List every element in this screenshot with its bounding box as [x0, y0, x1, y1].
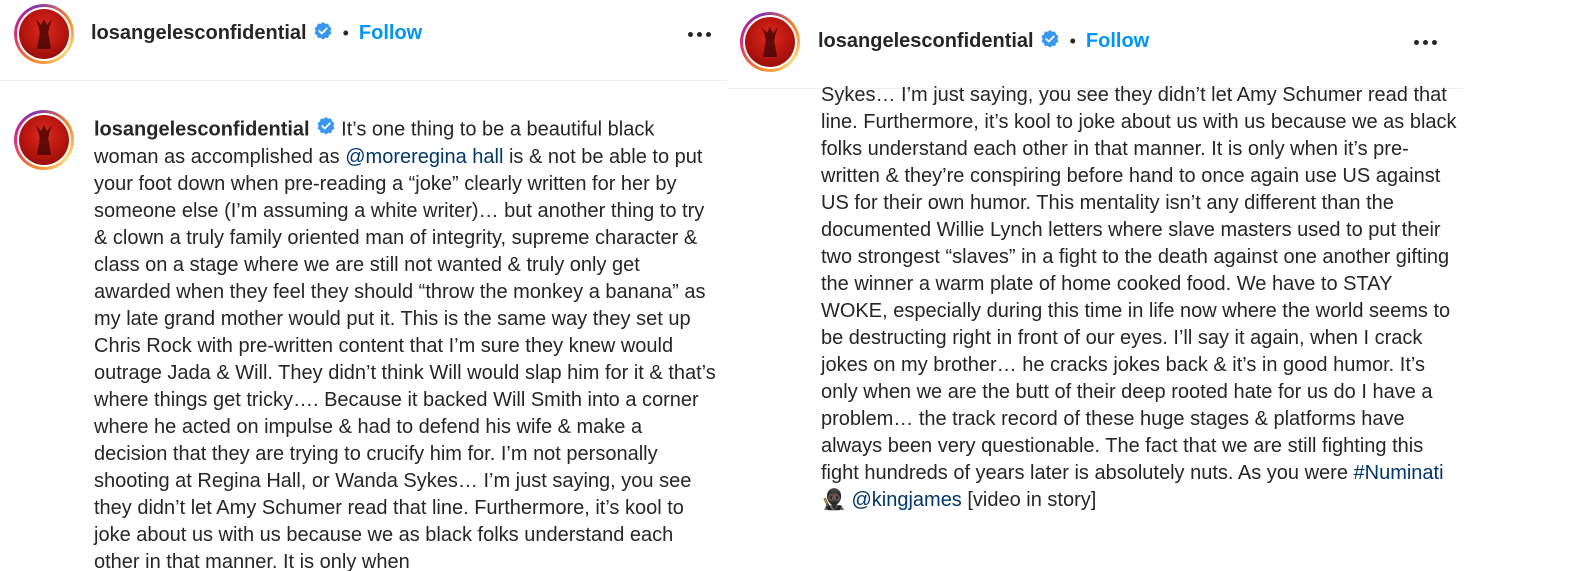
- more-options-icon[interactable]: [688, 32, 711, 37]
- profile-avatar[interactable]: [740, 12, 800, 72]
- verified-badge-icon: [316, 116, 336, 144]
- post-header: losangelesconfidential • Follow: [727, 0, 1463, 89]
- caption-text-part: is & not be able to put your foot down w…: [94, 146, 716, 571]
- mention-link[interactable]: @moreregina hall: [345, 146, 503, 168]
- caption-avatar[interactable]: [14, 110, 74, 170]
- caption-text-part: [video in story]: [967, 489, 1097, 511]
- more-options-icon[interactable]: [1414, 40, 1437, 45]
- verified-badge-icon: [313, 21, 333, 46]
- username-link[interactable]: losangelesconfidential: [91, 22, 307, 45]
- caption-text-part: Sykes… I’m just saying, you see they did…: [821, 84, 1457, 484]
- verified-badge-icon: [1040, 29, 1060, 54]
- separator-dot: •: [342, 23, 349, 43]
- left-post-panel: losangelesconfidential • Follow losangel…: [0, 0, 727, 571]
- caption: losangelesconfidential It’s one thing to…: [94, 116, 720, 571]
- caption-username[interactable]: losangelesconfidential: [94, 118, 310, 140]
- caption-continued: Sykes… I’m just saying, you see they did…: [821, 82, 1461, 514]
- follow-button[interactable]: Follow: [359, 22, 422, 45]
- post-header: losangelesconfidential • Follow: [0, 0, 727, 81]
- username-link[interactable]: losangelesconfidential: [818, 30, 1034, 53]
- follow-button[interactable]: Follow: [1086, 30, 1149, 53]
- ninja-emoji: 🥷🏿: [821, 489, 846, 511]
- mention-link[interactable]: @kingjames: [851, 489, 961, 511]
- hashtag-link[interactable]: #Numinati: [1354, 462, 1444, 484]
- separator-dot: •: [1069, 31, 1076, 51]
- profile-avatar[interactable]: [14, 4, 74, 64]
- right-post-panel: losangelesconfidential • Follow Sykes… I…: [727, 0, 1463, 571]
